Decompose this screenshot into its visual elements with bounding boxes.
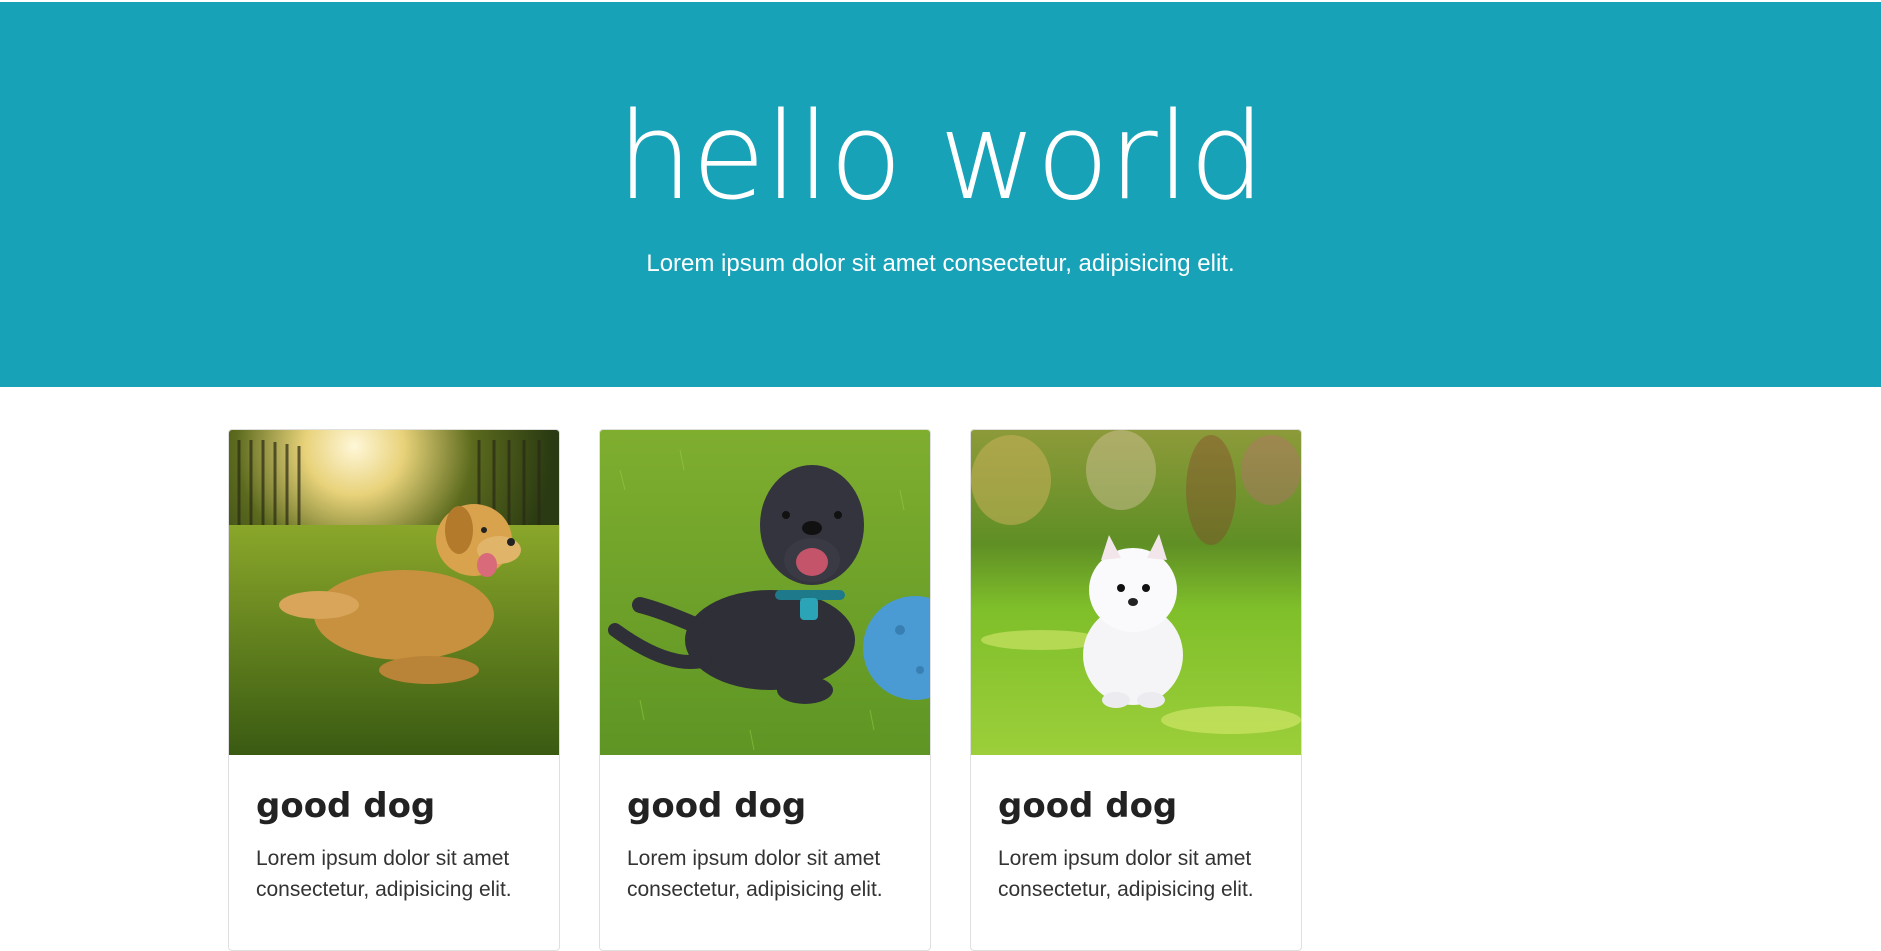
golden-retriever-photo bbox=[229, 430, 559, 755]
white-pomeranian-puppy-photo bbox=[971, 430, 1301, 755]
dog-card: good dog Lorem ipsum dolor sit amet cons… bbox=[970, 429, 1302, 951]
dog-card: good dog Lorem ipsum dolor sit amet cons… bbox=[228, 429, 560, 951]
card-title: good dog bbox=[627, 786, 807, 826]
dog-card: good dog Lorem ipsum dolor sit amet cons… bbox=[599, 429, 931, 951]
card-text: Lorem ipsum dolor sit amet consectetur, … bbox=[627, 847, 883, 901]
card-grid: good dog Lorem ipsum dolor sit amet cons… bbox=[228, 429, 1628, 951]
black-dog-with-ball-photo bbox=[600, 430, 930, 755]
card-text: Lorem ipsum dolor sit amet consectetur, … bbox=[998, 847, 1254, 901]
hero-title: hello world bbox=[616, 88, 1266, 227]
hero-banner: hello world Lorem ipsum dolor sit amet c… bbox=[0, 2, 1881, 387]
card-text: Lorem ipsum dolor sit amet consectetur, … bbox=[256, 847, 512, 901]
card-title: good dog bbox=[256, 786, 436, 826]
hero-subtitle: Lorem ipsum dolor sit amet consectetur, … bbox=[646, 250, 1235, 277]
card-title: good dog bbox=[998, 786, 1178, 826]
